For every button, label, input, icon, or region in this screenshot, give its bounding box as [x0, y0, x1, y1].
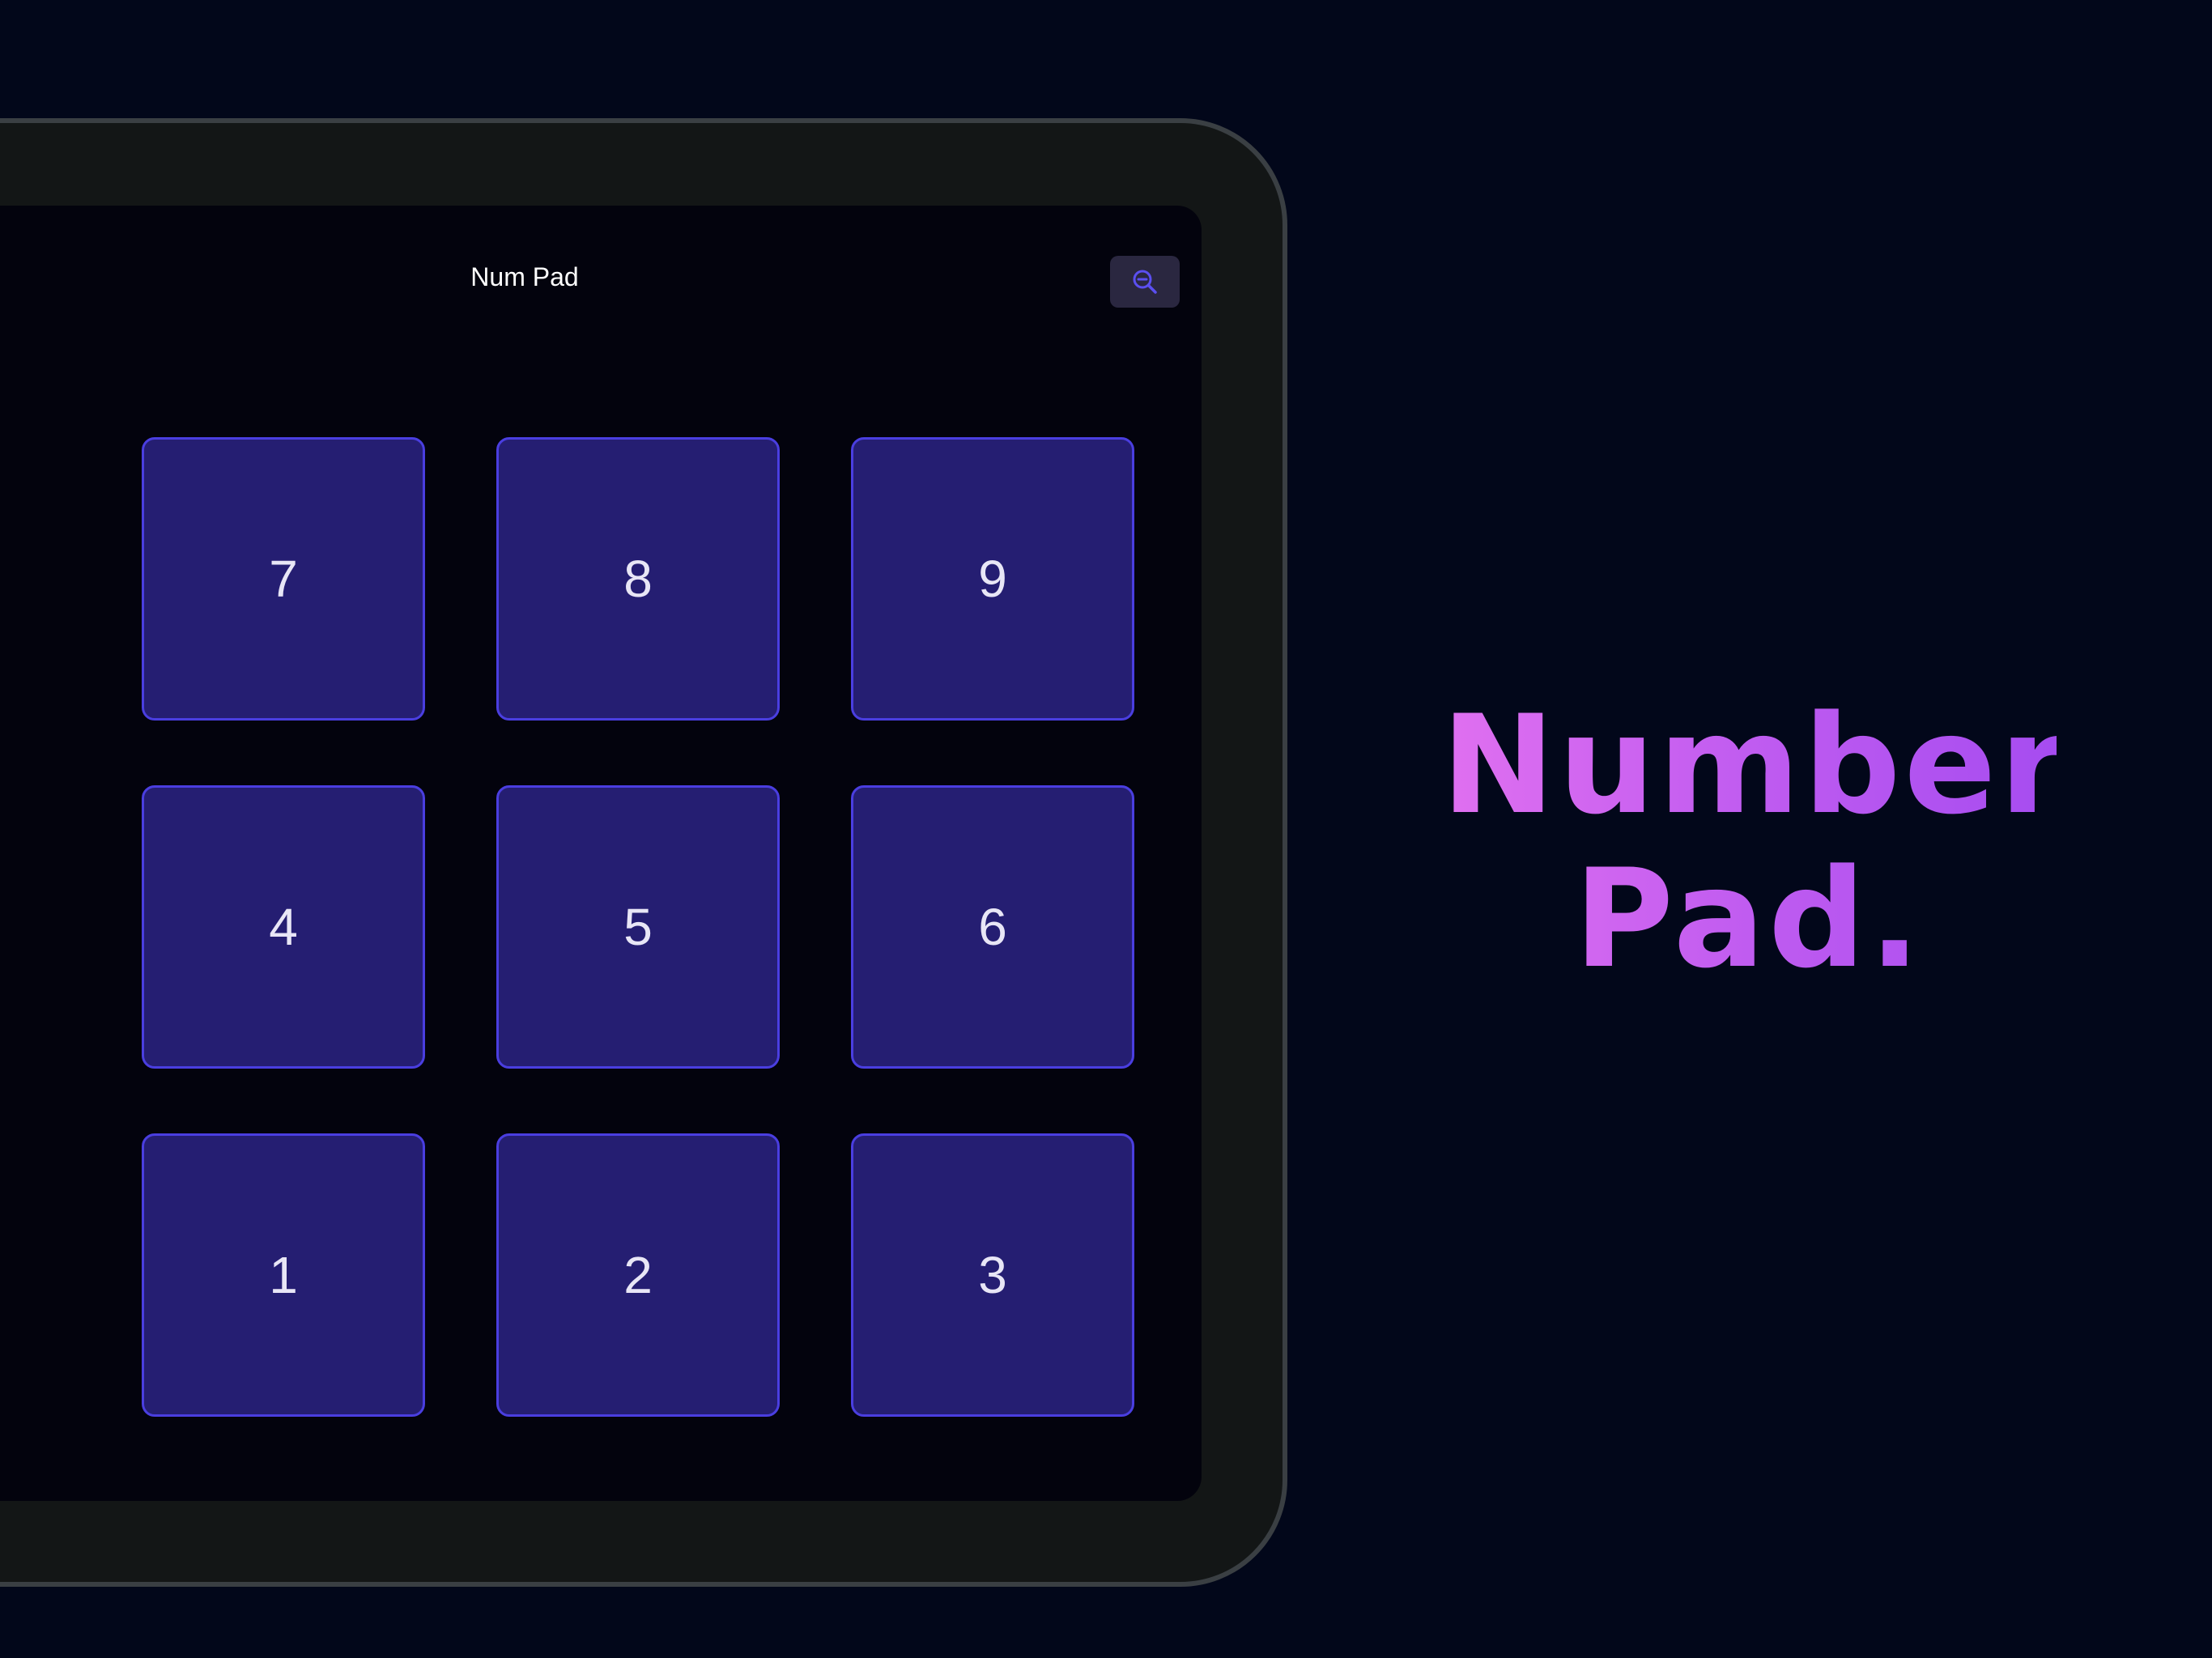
key-8[interactable]: 8 [496, 437, 780, 721]
headline-line-1: Number [1441, 686, 2070, 844]
key-4[interactable]: 4 [142, 785, 425, 1069]
key-6[interactable]: 6 [851, 785, 1134, 1069]
app-store-screenshot: Num Pad 7 8 9 4 5 6 1 2 3 Number Pad. [0, 0, 2212, 1658]
page-title: Num Pad [470, 262, 579, 291]
key-7[interactable]: 7 [142, 437, 425, 721]
key-5[interactable]: 5 [496, 785, 780, 1069]
key-1[interactable]: 1 [142, 1133, 425, 1417]
device-screen: Num Pad 7 8 9 4 5 6 1 2 3 [0, 206, 1202, 1501]
headline-line-2: Pad. [1573, 840, 1925, 998]
zoom-out-button[interactable] [1110, 256, 1180, 308]
key-2[interactable]: 2 [496, 1133, 780, 1417]
marketing-headline: Number Pad. [1441, 688, 2057, 996]
zoom-out-icon [1133, 270, 1157, 294]
key-3[interactable]: 3 [851, 1133, 1134, 1417]
key-9[interactable]: 9 [851, 437, 1134, 721]
